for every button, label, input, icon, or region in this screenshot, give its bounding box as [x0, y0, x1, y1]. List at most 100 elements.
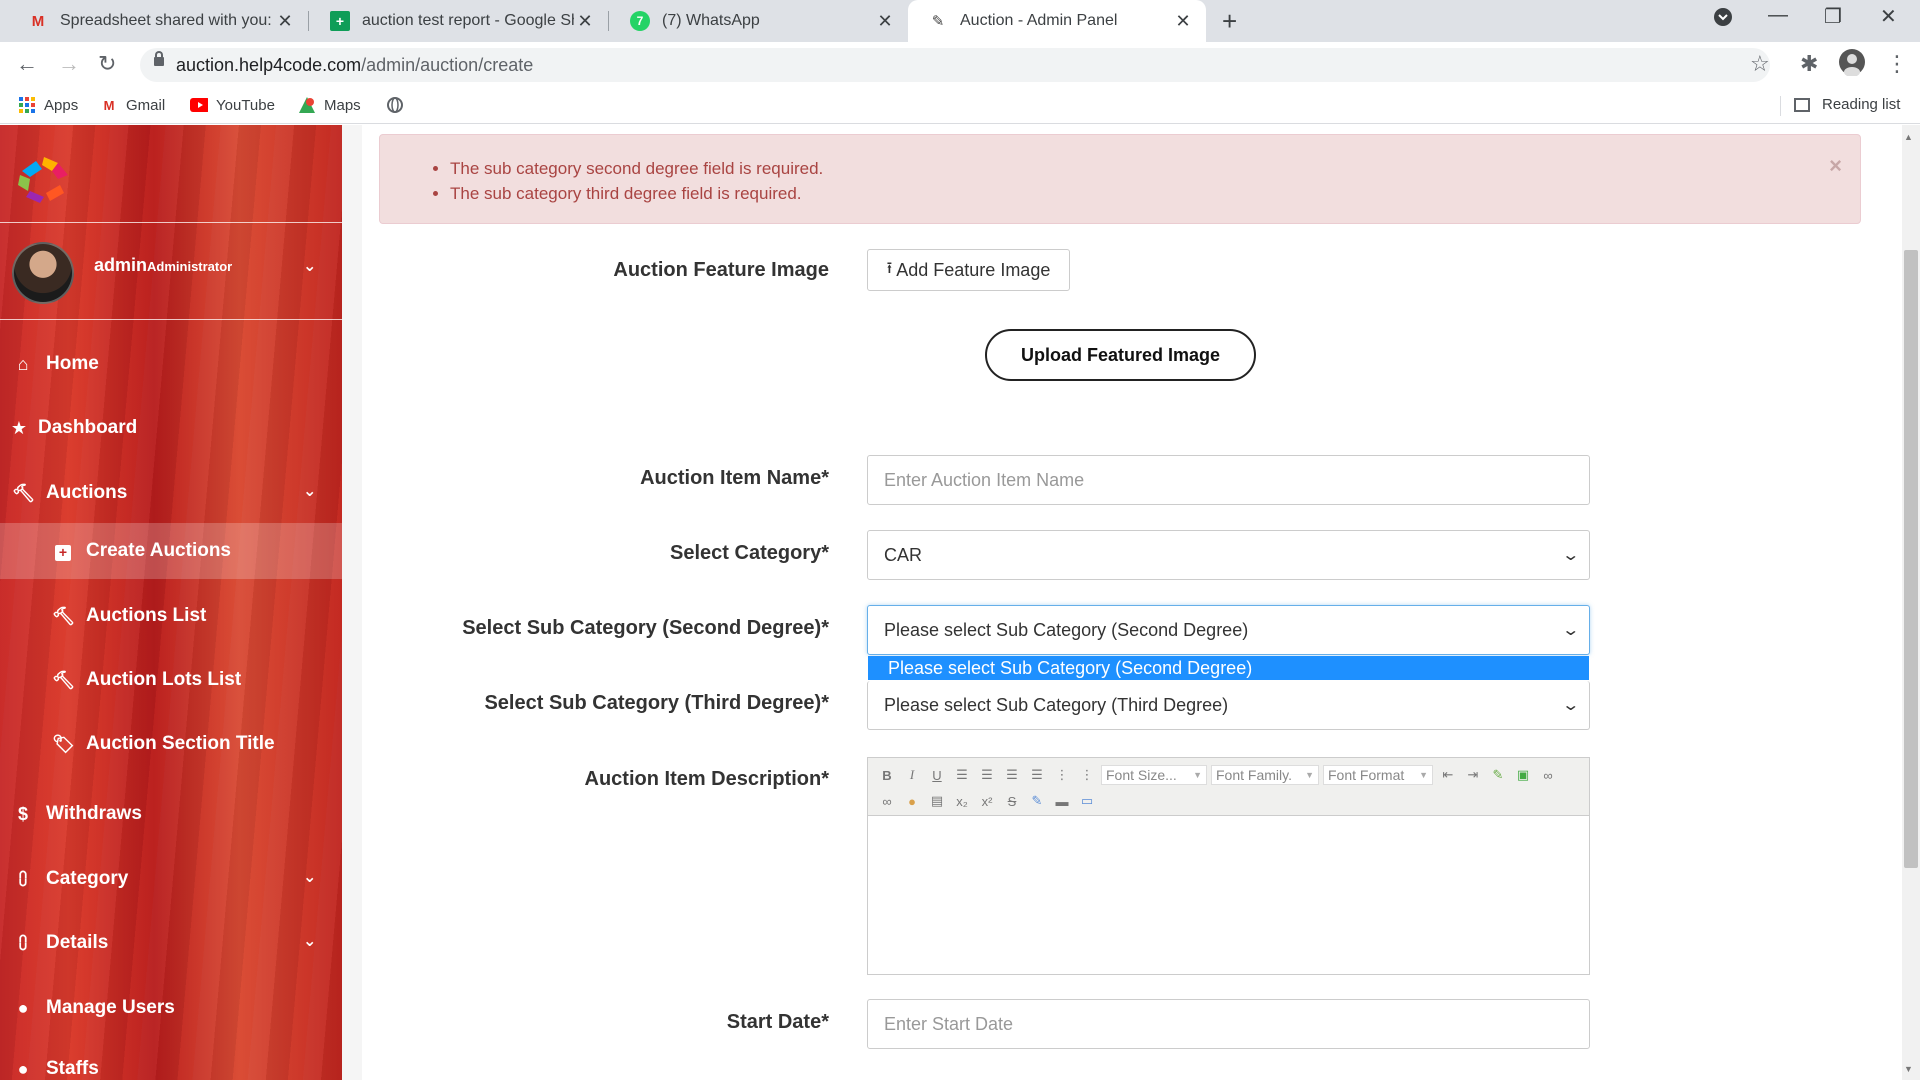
picture-icon[interactable]: ▤ [926, 791, 948, 811]
globe-icon [386, 96, 404, 114]
close-tab-icon[interactable]: ✕ [274, 11, 296, 32]
close-tab-icon[interactable]: ✕ [1172, 11, 1194, 32]
align-right-icon[interactable]: ☰ [1001, 765, 1023, 785]
horizontal-rule-icon[interactable]: ▬ [1051, 791, 1073, 811]
image-icon[interactable]: ▣ [1512, 765, 1534, 785]
close-tab-icon[interactable]: ✕ [874, 11, 896, 32]
scroll-down-icon[interactable]: ▼ [1904, 1064, 1913, 1074]
close-tab-icon[interactable]: ✕ [574, 11, 596, 32]
add-feature-image-button[interactable]: ⭱ Add Feature Image [867, 249, 1070, 291]
indent-icon[interactable]: ⇥ [1462, 765, 1484, 785]
sidebar-item-label: Withdraws [46, 803, 142, 824]
window-close-icon[interactable]: ✕ [1880, 4, 1897, 29]
menu-dots-icon[interactable]: ⋮ [1886, 51, 1908, 77]
new-tab-button[interactable]: + [1222, 6, 1237, 37]
tab-sheets[interactable]: + auction test report - Google Shee ✕ [310, 0, 608, 42]
sidebar-item-auctions-list[interactable]: 🔨︎ Auctions List [0, 588, 342, 644]
sidebar-item-auction-lots-list[interactable]: 🔨︎ Auction Lots List [0, 652, 342, 708]
subscript-icon[interactable]: x₂ [951, 791, 973, 811]
chevron-down-icon: ⌄ [1560, 697, 1580, 714]
tab-gmail[interactable]: M Spreadsheet shared with you: "au ✕ [8, 0, 308, 42]
bookmark-globe[interactable] [386, 96, 412, 114]
bookmark-label: YouTube [216, 96, 275, 114]
link-icon[interactable]: ∞ [1537, 765, 1559, 785]
bookmark-apps[interactable]: Apps [18, 96, 78, 114]
outdent-icon[interactable]: ⇤ [1437, 765, 1459, 785]
sidebar-item-label: Dashboard [38, 417, 138, 438]
upload-featured-image-button[interactable]: Upload Featured Image [985, 329, 1256, 381]
unlink-icon[interactable]: ∞ [876, 791, 898, 811]
sub2-select[interactable]: Please select Sub Category (Second Degre… [867, 605, 1590, 655]
sidebar-item-home[interactable]: ⌂ Home [0, 336, 342, 392]
align-justify-icon[interactable]: ☰ [1026, 765, 1048, 785]
sidebar-item-label: Manage Users [46, 997, 175, 1018]
sidebar-item-create-auctions[interactable]: + Create Auctions [0, 523, 342, 579]
star-icon: ★ [10, 417, 28, 438]
unordered-list-icon[interactable]: ⋮ [1076, 765, 1098, 785]
scrollbar-thumb[interactable] [1904, 250, 1918, 868]
start-date-input[interactable]: Enter Start Date [867, 999, 1590, 1049]
bold-icon[interactable]: B [876, 765, 898, 785]
sub2-label: Select Sub Category (Second Degree)* [462, 617, 829, 639]
auction-favicon: ✎ [931, 13, 945, 30]
bookmark-star-icon[interactable]: ☆ [1750, 51, 1770, 77]
sidebar-item-withdraws[interactable]: $ Withdraws [0, 786, 342, 842]
html-icon[interactable]: ▭ [1076, 791, 1098, 811]
maximize-icon[interactable]: ❐ [1824, 4, 1842, 29]
item-name-input[interactable]: Enter Auction Item Name [867, 455, 1590, 505]
sub3-select[interactable]: Please select Sub Category (Third Degree… [867, 681, 1590, 730]
extensions-icon[interactable]: ✱ [1800, 51, 1818, 77]
sheets-icon: + [330, 11, 350, 31]
profile-avatar[interactable] [1838, 48, 1866, 82]
font-family-select[interactable]: Font Family. ▼ [1211, 765, 1319, 785]
sidebar-item-label: Auctions [46, 482, 128, 503]
font-format-select[interactable]: Font Format ▼ [1323, 765, 1433, 785]
sidebar-item-auctions[interactable]: 🔨︎ Auctions ⌄ [0, 465, 342, 521]
bookmark-maps[interactable]: Maps [298, 96, 361, 114]
tab-whatsapp[interactable]: 7 (7) WhatsApp ✕ [610, 0, 908, 42]
sub2-option[interactable]: Please select Sub Category (Second Degre… [868, 656, 1589, 680]
tab-title: auction test report - Google Shee [362, 12, 574, 29]
forward-icon[interactable]: → [58, 51, 80, 77]
tab-search-icon[interactable] [1712, 6, 1734, 34]
error-alert: The sub category second degree field is … [379, 134, 1861, 224]
color-icon[interactable]: ● [901, 791, 923, 811]
underline-icon[interactable]: U [926, 765, 948, 785]
reload-icon[interactable]: ↻ [98, 51, 116, 77]
sidebar-item-details[interactable]: ⩇ Details ⌄ [0, 915, 342, 971]
tag-icon: 🏷︎ [52, 733, 75, 754]
gavel-icon: 🔨︎ [12, 482, 35, 503]
reading-list[interactable]: Reading list [1794, 96, 1900, 113]
description-editor[interactable]: B I U ☰ ☰ ☰ ☰ ⋮ ⋮ Font Size... ▼ Font Fam… [867, 757, 1590, 975]
error-message: The sub category second degree field is … [450, 156, 823, 181]
back-icon[interactable]: ← [16, 51, 38, 77]
remove-format-icon[interactable]: ✎ [1026, 791, 1048, 811]
superscript-icon[interactable]: x² [976, 791, 998, 811]
strikethrough-icon[interactable]: S [1001, 791, 1023, 811]
minimize-icon[interactable]: — [1768, 4, 1788, 27]
align-center-icon[interactable]: ☰ [976, 765, 998, 785]
tab-auction-admin[interactable]: ✎ Auction - Admin Panel ✕ [908, 0, 1206, 42]
close-icon[interactable]: × [1829, 153, 1842, 179]
category-select[interactable]: CAR ⌄ [867, 530, 1590, 580]
italic-icon[interactable]: I [901, 765, 923, 785]
sidebar-item-category[interactable]: ⩇ Category ⌄ [0, 851, 342, 907]
bookmark-youtube[interactable]: YouTube [190, 96, 275, 114]
url-input[interactable]: auction.help4code.com/admin/auction/crea… [140, 48, 1770, 82]
bookmark-gmail[interactable]: M Gmail [100, 96, 166, 114]
sidebar-item-manage-users[interactable]: ● Manage Users [0, 980, 342, 1036]
sub2-value: Please select Sub Category (Second Degre… [884, 619, 1249, 640]
sidebar-item-staffs[interactable]: ● Staffs [0, 1041, 342, 1080]
sidebar-item-auction-section-title[interactable]: 🏷︎ Auction Section Title [0, 716, 342, 772]
align-left-icon[interactable]: ☰ [951, 765, 973, 785]
bookmark-label: Gmail [126, 96, 166, 114]
scroll-up-icon[interactable]: ▲ [1904, 132, 1913, 142]
font-size-select[interactable]: Font Size... ▼ [1101, 765, 1207, 785]
user-menu[interactable]: adminAdministrator [94, 255, 232, 276]
admin-avatar [12, 242, 74, 304]
users-icon: ● [17, 1058, 29, 1079]
sidebar-item-dashboard[interactable]: ★ Dashboard [0, 400, 342, 456]
ordered-list-icon[interactable]: ⋮ [1051, 765, 1073, 785]
chevron-down-icon[interactable]: ⌄ [303, 256, 316, 276]
edit-icon[interactable]: ✎ [1487, 765, 1509, 785]
